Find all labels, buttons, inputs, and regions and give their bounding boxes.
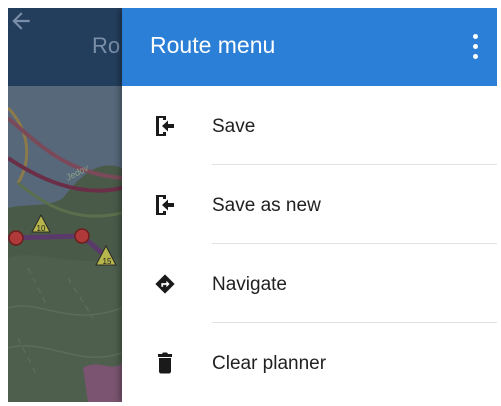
- map-marker-label: 10: [37, 224, 46, 233]
- drawer-title: Route menu: [150, 32, 276, 58]
- route-menu-drawer: Route menu Save Save as new Navigate Cle…: [122, 8, 497, 402]
- map-view[interactable]: 10 15 Jedov Ro: [8, 8, 122, 402]
- menu-item-navigate[interactable]: Navigate: [122, 244, 497, 323]
- menu-item-save[interactable]: Save: [122, 86, 497, 165]
- menu-item-label: Save: [212, 116, 256, 137]
- drawer-header: Route menu: [122, 8, 497, 86]
- menu-item-label: Save as new: [212, 195, 321, 216]
- route-menu-list: Save Save as new Navigate Clear planner: [122, 86, 497, 402]
- map-marker-label: 15: [103, 257, 112, 266]
- menu-item-label: Clear planner: [212, 353, 327, 374]
- back-arrow-icon[interactable]: [8, 8, 34, 34]
- trash-icon: [158, 352, 172, 374]
- menu-item-clear-planner[interactable]: Clear planner: [122, 323, 497, 402]
- save-as-new-icon: [156, 195, 174, 215]
- more-vert-icon[interactable]: [463, 30, 487, 64]
- app-frame: 10 15 Jedov Ro Route menu Save Save as n…: [8, 8, 497, 402]
- navigate-icon: [155, 274, 175, 294]
- map-toolbar: Ro: [8, 8, 122, 86]
- map-toolbar-title: Ro: [92, 33, 121, 58]
- menu-item-label: Navigate: [212, 274, 287, 295]
- save-icon: [156, 116, 174, 136]
- menu-item-save-as-new[interactable]: Save as new: [122, 165, 497, 244]
